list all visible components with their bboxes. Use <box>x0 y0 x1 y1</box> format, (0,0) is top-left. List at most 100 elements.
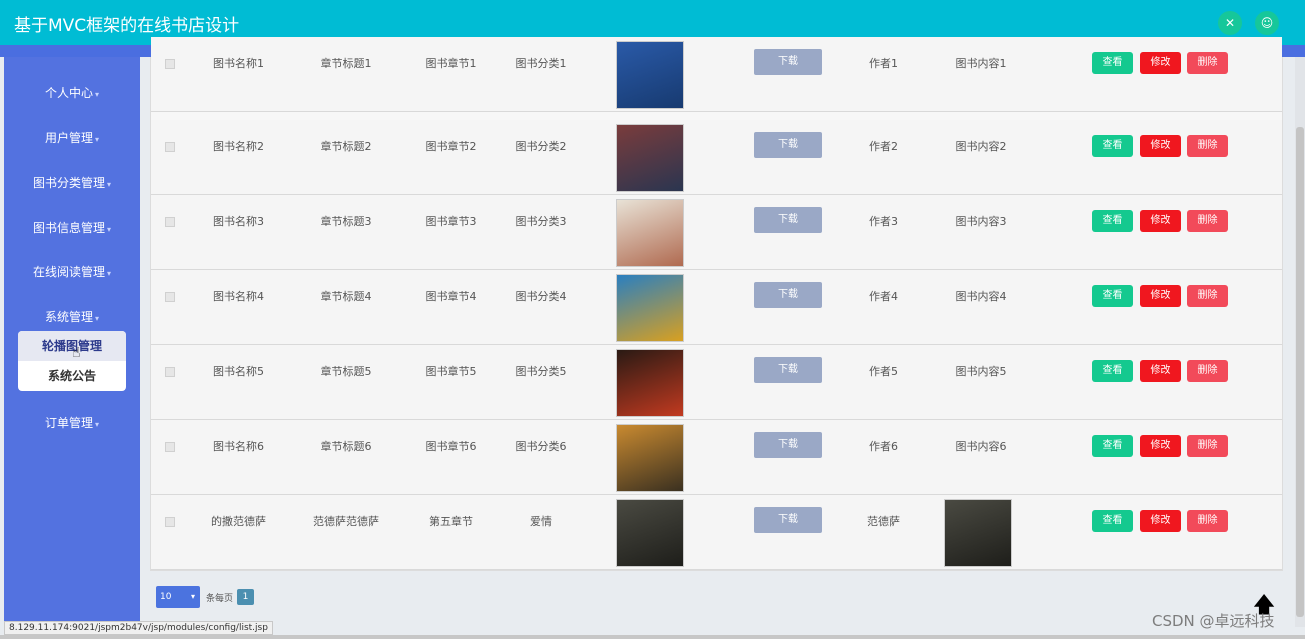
chapter-title-cell: 章节标题1 <box>320 57 372 70</box>
view-button[interactable]: 查看 <box>1092 210 1133 232</box>
view-button[interactable]: 查看 <box>1092 52 1133 74</box>
table-row: 图书名称2 章节标题2 图书章节2 图书分类2 作者2 图书内容2 下载 查看 修改 删除 <box>151 120 1282 195</box>
chapter-title-cell: 章节标题5 <box>320 365 372 378</box>
author-cell: 作者3 <box>869 215 898 228</box>
page-size-label: 条每页 <box>206 594 234 604</box>
book-cover-image <box>616 499 684 567</box>
page-size-select[interactable]: 10 ▾ <box>156 586 200 608</box>
chevron-down-icon: ▾ <box>190 592 195 601</box>
user-icon[interactable]: ☺ <box>1255 11 1279 35</box>
row-checkbox[interactable] <box>165 217 175 227</box>
download-button[interactable]: 下载 <box>754 432 822 458</box>
book-name-cell: 图书名称6 <box>213 440 264 453</box>
delete-button[interactable]: 删除 <box>1187 510 1228 532</box>
table-row: 图书名称1 章节标题1 图书章节1 图书分类1 作者1 图书内容1 下载 查看 修改 删除 <box>151 37 1282 112</box>
table-row: 图书名称5 章节标题5 图书章节5 图书分类5 作者5 图书内容5 下载 查看 修改 删除 <box>151 345 1282 420</box>
book-chapter-cell: 图书章节6 <box>425 440 477 453</box>
expand-icon[interactable]: ✕ <box>1218 11 1242 35</box>
view-button[interactable]: 查看 <box>1092 285 1133 307</box>
row-checkbox[interactable] <box>165 292 175 302</box>
chevron-down-icon: ▾ <box>107 269 112 278</box>
delete-button[interactable]: 删除 <box>1187 285 1228 307</box>
delete-button[interactable]: 删除 <box>1187 360 1228 382</box>
view-button[interactable]: 查看 <box>1092 510 1133 532</box>
sidebar-item-book-info-management[interactable]: 图书信息管理 ▾ <box>4 219 140 236</box>
download-button[interactable]: 下载 <box>754 132 822 158</box>
edit-button[interactable]: 修改 <box>1140 510 1181 532</box>
author-cell: 作者6 <box>869 440 898 453</box>
scrollbar-thumb[interactable] <box>1296 127 1304 617</box>
chapter-title-cell: 章节标题4 <box>320 290 372 303</box>
delete-button[interactable]: 删除 <box>1187 52 1228 74</box>
main-content: 图书名称1 章节标题1 图书章节1 图书分类1 作者1 图书内容1 下载 查看 修改 删除 图书名称… <box>140 37 1295 627</box>
chevron-down-icon: ▾ <box>107 225 112 234</box>
chapter-title-cell: 范德萨范德萨 <box>313 515 379 528</box>
sidebar-item-personal-center[interactable]: 个人中心 ▾ <box>4 84 140 101</box>
sidebar-item-system-management[interactable]: 系统管理 ▾ <box>4 308 140 325</box>
author-cell: 作者1 <box>869 57 898 70</box>
download-button[interactable]: 下载 <box>754 357 822 383</box>
edit-button[interactable]: 修改 <box>1140 285 1181 307</box>
delete-button[interactable]: 删除 <box>1187 135 1228 157</box>
watermark: CSDN @卓远科技 <box>1152 612 1275 630</box>
edit-button[interactable]: 修改 <box>1140 135 1181 157</box>
view-button[interactable]: 查看 <box>1092 135 1133 157</box>
chapter-title-cell: 章节标题2 <box>320 140 372 153</box>
edit-button[interactable]: 修改 <box>1140 210 1181 232</box>
chevron-down-icon: ▾ <box>95 90 100 99</box>
edit-button[interactable]: 修改 <box>1140 435 1181 457</box>
row-checkbox[interactable] <box>165 59 175 69</box>
book-category-cell: 图书分类6 <box>515 440 567 453</box>
sidebar-item-order-management[interactable]: 订单管理 ▾ <box>4 414 140 431</box>
scrollbar[interactable] <box>1295 57 1305 627</box>
book-chapter-cell: 图书章节3 <box>425 215 477 228</box>
author-cell: 作者4 <box>869 290 898 303</box>
book-category-cell: 图书分类2 <box>515 140 567 153</box>
table-row: 的撒范德萨 范德萨范德萨 第五章节 爱情 范德萨 下载 查看 修改 删除 <box>151 495 1282 570</box>
book-category-cell: 图书分类3 <box>515 215 567 228</box>
download-button[interactable]: 下载 <box>754 282 822 308</box>
book-content-cell: 图书内容3 <box>955 215 1007 228</box>
book-category-cell: 爱情 <box>530 515 552 528</box>
sidebar-item-label: 个人中心 <box>44 86 93 100</box>
book-category-cell: 图书分类4 <box>515 290 567 303</box>
chapter-title-cell: 章节标题6 <box>320 440 372 453</box>
book-content-cell: 图书内容6 <box>955 440 1007 453</box>
book-cover-image <box>616 424 684 492</box>
row-checkbox[interactable] <box>165 367 175 377</box>
page-size-value: 10 <box>160 592 172 602</box>
row-checkbox[interactable] <box>165 442 175 452</box>
page-number-current[interactable]: 1 <box>237 589 254 605</box>
book-content-cell: 图书内容4 <box>955 290 1007 303</box>
delete-button[interactable]: 删除 <box>1187 210 1228 232</box>
download-button[interactable]: 下载 <box>754 507 822 533</box>
view-button[interactable]: 查看 <box>1092 360 1133 382</box>
sidebar-item-user-management[interactable]: 用户管理 ▾ <box>4 129 140 146</box>
submenu-item-announcement[interactable]: 系统公告 <box>18 361 126 391</box>
row-checkbox[interactable] <box>165 142 175 152</box>
table-row: 图书名称4 章节标题4 图书章节4 图书分类4 作者4 图书内容4 下载 查看 修改 删除 <box>151 270 1282 345</box>
chevron-down-icon: ▾ <box>95 314 100 323</box>
book-name-cell: 图书名称4 <box>213 290 264 303</box>
book-cover-image <box>616 274 684 342</box>
edit-button[interactable]: 修改 <box>1140 360 1181 382</box>
delete-button[interactable]: 删除 <box>1187 435 1228 457</box>
sidebar-item-category-management[interactable]: 图书分类管理 ▾ <box>4 174 140 191</box>
download-button[interactable]: 下载 <box>754 207 822 233</box>
sidebar-item-label: 图书信息管理 <box>32 221 105 235</box>
book-content-cell: 图书内容1 <box>955 57 1007 70</box>
row-checkbox[interactable] <box>165 517 175 527</box>
download-button[interactable]: 下载 <box>754 49 822 75</box>
author-cell: 范德萨 <box>867 515 900 528</box>
book-chapter-cell: 图书章节4 <box>425 290 477 303</box>
sidebar-item-online-reading-management[interactable]: 在线阅读管理 ▾ <box>4 263 140 280</box>
chevron-down-icon: ▾ <box>95 420 100 429</box>
bottom-edge <box>0 635 1305 639</box>
book-chapter-cell: 图书章节2 <box>425 140 477 153</box>
book-name-cell: 图书名称1 <box>213 57 264 70</box>
edit-button[interactable]: 修改 <box>1140 52 1181 74</box>
sidebar-item-label: 在线阅读管理 <box>32 265 105 279</box>
book-content-cell: 图书内容2 <box>955 140 1007 153</box>
book-table: 图书名称1 章节标题1 图书章节1 图书分类1 作者1 图书内容1 下载 查看 修改 删除 图书名称… <box>150 37 1283 571</box>
view-button[interactable]: 查看 <box>1092 435 1133 457</box>
